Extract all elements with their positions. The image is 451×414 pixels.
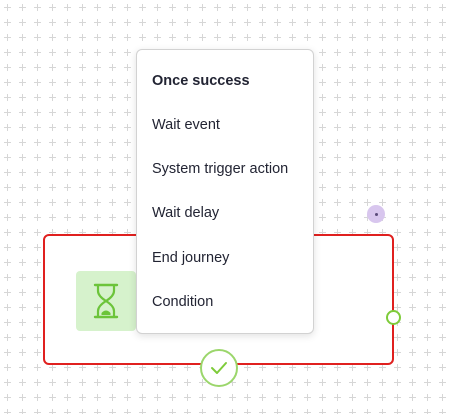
menu-item-wait-event[interactable]: Wait event bbox=[152, 117, 220, 133]
node-icon-box bbox=[76, 271, 136, 331]
once-success-menu: Once success Wait event System trigger a… bbox=[136, 49, 314, 334]
menu-item-wait-delay[interactable]: Wait delay bbox=[152, 205, 219, 221]
menu-header: Once success bbox=[152, 73, 250, 89]
node-more-options-button[interactable] bbox=[367, 205, 385, 223]
node-output-connector[interactable] bbox=[386, 310, 401, 325]
node-success-status[interactable] bbox=[200, 349, 238, 387]
checkmark-icon bbox=[211, 362, 227, 374]
menu-item-end-journey[interactable]: End journey bbox=[152, 250, 229, 266]
ellipsis-icon bbox=[374, 212, 378, 216]
menu-item-condition[interactable]: Condition bbox=[152, 294, 213, 310]
menu-item-system-trigger-action[interactable]: System trigger action bbox=[152, 161, 288, 177]
hourglass-icon bbox=[93, 283, 119, 319]
